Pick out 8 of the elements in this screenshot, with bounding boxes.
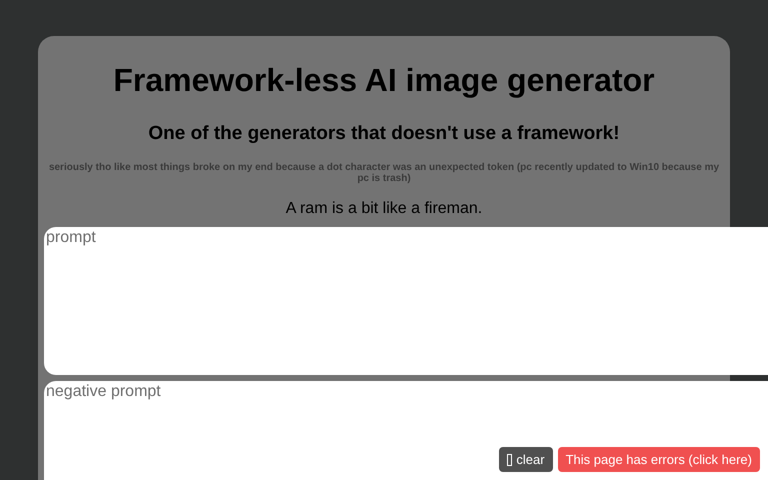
clear-button[interactable]: clear xyxy=(499,447,553,472)
missing-glyph-icon xyxy=(507,454,512,466)
error-button[interactable]: This page has errors (click here) xyxy=(558,447,760,472)
prompt-field[interactable]: prompt xyxy=(44,227,768,375)
page-subtitle: One of the generators that doesn't use a framework! xyxy=(147,123,621,145)
note-text: seriously tho like most things broke on my end because a dot character was an unexpected token (pc recently updated to Win10 because my pc is trash) xyxy=(48,162,720,184)
tagline-text: A ram is a bit like a fireman. xyxy=(284,200,484,218)
page-title: Framework-less AI image generator xyxy=(112,62,656,99)
